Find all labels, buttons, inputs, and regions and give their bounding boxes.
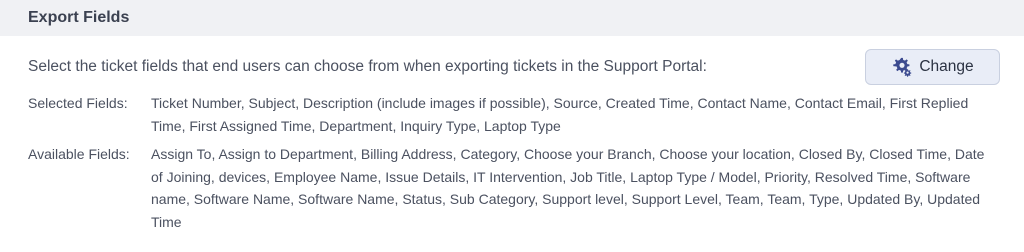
intro-text: Select the ticket fields that end users … [28,58,707,75]
selected-fields-row: Selected Fields: Ticket Number, Subject,… [28,92,1000,137]
panel-header: Export Fields [0,0,1024,36]
available-fields-label: Available Fields: [28,146,130,162]
intro-row: Select the ticket fields that end users … [0,36,1024,86]
fields-block: Selected Fields: Ticket Number, Subject,… [0,86,1024,233]
selected-fields-values: Ticket Number, Subject, Description (inc… [151,95,969,134]
selected-fields-label: Selected Fields: [28,95,128,111]
gear-icon [891,56,913,78]
available-fields-values: Assign To, Assign to Department, Billing… [151,146,985,230]
available-fields-row: Available Fields: Assign To, Assign to D… [28,143,1000,233]
change-button[interactable]: Change [865,49,1000,85]
change-button-label: Change [919,58,974,75]
panel-title: Export Fields [28,9,130,26]
export-fields-panel: Export Fields Select the ticket fields t… [0,0,1024,252]
